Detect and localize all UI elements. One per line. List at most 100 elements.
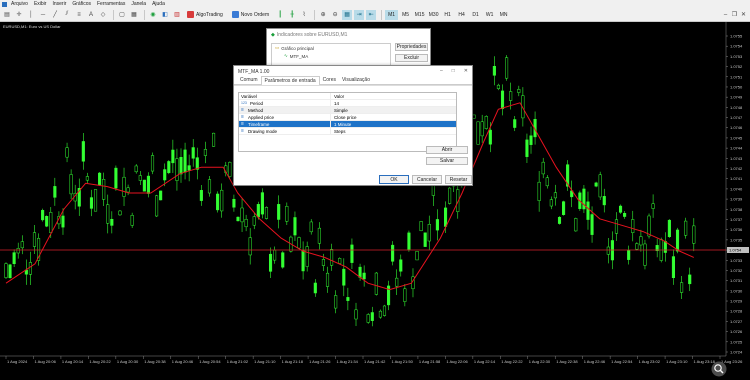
app-icon <box>2 1 7 7</box>
tree-item-main-chart[interactable]: ▭ Gráfico principal <box>272 44 390 52</box>
candle-body <box>448 187 452 204</box>
timeframe-m1[interactable]: M1 <box>385 9 399 20</box>
candle-body <box>203 149 207 156</box>
minimize-icon[interactable]: – <box>721 10 730 19</box>
timeframe-m5[interactable]: M5 <box>399 10 412 20</box>
vertical-line-icon[interactable]: │ <box>26 10 36 20</box>
param-row-applied-price[interactable]: ≡ Applied price Close price <box>239 114 456 121</box>
tree-item-mtf-ma[interactable]: ∿ MTF_MA <box>272 52 390 60</box>
crosshair-icon[interactable]: ✛ <box>14 10 24 20</box>
param-value[interactable]: 14 <box>331 101 339 106</box>
timeframe-h4[interactable]: H4 <box>455 10 468 20</box>
bars-icon[interactable]: ╂ <box>287 10 297 20</box>
grid-icon[interactable]: ▦ <box>342 9 353 20</box>
candle-body <box>403 288 407 302</box>
depth-icon[interactable]: ▥ <box>172 10 182 20</box>
algotrading-button[interactable]: AlgoTrading <box>184 10 226 20</box>
price-label: 1.0728 <box>730 309 743 314</box>
price-label: 1.0754 <box>730 44 743 49</box>
header-variable: Variável <box>239 93 331 99</box>
header-value: Valor <box>334 93 345 99</box>
objects-icon[interactable]: ▢ <box>117 10 127 20</box>
menu-tools[interactable]: Ferramentas <box>97 1 131 7</box>
shapes-icon[interactable]: ◇ <box>98 10 108 20</box>
candle-body <box>671 256 676 278</box>
menu-insert[interactable]: Inserir <box>52 1 72 7</box>
time-label: 1 Aug 21:42 <box>364 359 386 364</box>
menu-file[interactable]: Arquivo <box>11 1 34 7</box>
candle-body <box>586 201 590 220</box>
maximize-icon[interactable]: □ <box>452 68 455 74</box>
toolbar-separator <box>144 9 145 20</box>
candle-body <box>663 241 667 253</box>
line-chart-icon[interactable]: ⌇ <box>299 10 309 20</box>
param-value[interactable]: Steps <box>331 129 346 134</box>
price-label: 1.0738 <box>730 207 743 212</box>
text-icon[interactable]: A <box>86 10 96 20</box>
zoom-in-icon[interactable]: ⊕ <box>318 10 328 20</box>
candle-body <box>8 264 12 279</box>
candle-body <box>488 129 492 145</box>
chart-shift-icon[interactable]: ⇤ <box>366 9 377 20</box>
save-button[interactable]: Salvar <box>426 157 468 165</box>
candle-body <box>647 215 651 237</box>
candle-body <box>212 132 216 147</box>
param-row-method[interactable]: ≡ Method Simple <box>239 107 456 114</box>
horizontal-line-icon[interactable]: ─ <box>38 10 48 20</box>
param-row-timeframe[interactable]: ≡ Timeframe 1 Minute <box>239 121 456 128</box>
templates-icon[interactable]: ▦ <box>129 10 139 20</box>
fibonacci-icon[interactable]: ≡ <box>74 10 84 20</box>
candles-icon[interactable]: ┃ <box>275 10 285 20</box>
status-bar <box>0 368 750 380</box>
menu-help[interactable]: Ajuda <box>152 1 171 7</box>
load-button[interactable]: Abrir <box>426 146 468 154</box>
param-value[interactable]: 1 Minute <box>331 122 351 127</box>
zoom-overlay[interactable] <box>706 361 732 377</box>
menu-charts[interactable]: Gráficos <box>72 1 97 7</box>
timeframe-d1[interactable]: D1 <box>469 10 482 20</box>
candle-body <box>81 141 85 162</box>
timeframe-m30[interactable]: M30 <box>427 10 440 20</box>
properties-button[interactable]: Propriedades <box>395 43 428 51</box>
param-value[interactable]: Close price <box>331 115 357 120</box>
autoscroll-icon[interactable]: ⇥ <box>354 9 365 20</box>
candle-body <box>692 225 696 244</box>
restore-icon[interactable]: ❐ <box>730 10 739 19</box>
close-icon[interactable]: ✕ <box>739 10 748 19</box>
price-label: 1.0744 <box>730 146 743 151</box>
indicators-dialog: ◆ Indicadores sobre EURUSD,M1 ▭ Gráfico … <box>266 28 431 68</box>
ok-button[interactable]: OK <box>379 175 409 184</box>
minimize-icon[interactable]: – <box>440 68 443 74</box>
timeframe-m15[interactable]: M15 <box>413 10 426 20</box>
delete-button[interactable]: Excluir <box>395 54 428 62</box>
timeframe-h1[interactable]: H1 <box>441 10 454 20</box>
reset-button[interactable]: Resetar <box>445 175 472 184</box>
candle-body <box>635 243 639 250</box>
price-label: 1.0752 <box>730 64 743 69</box>
candle-body <box>248 237 252 256</box>
new-order-button[interactable]: Novo Ordem <box>229 10 272 20</box>
indicator-list-icon[interactable]: ◉ <box>148 10 158 20</box>
timeframe-mn[interactable]: MN <box>497 10 510 20</box>
trendline-icon[interactable]: ╱ <box>50 10 60 20</box>
time-label: 1 Aug 22:38 <box>556 359 578 364</box>
timeframe-w1[interactable]: W1 <box>483 10 496 20</box>
new-chart-icon[interactable]: ▤ <box>2 10 12 20</box>
tab-visualization[interactable]: Visualização <box>339 76 373 84</box>
candle-body <box>285 206 289 222</box>
strategy-icon[interactable]: ◧ <box>160 10 170 20</box>
param-row-drawing-mode[interactable]: ≡ Drawing mode Steps <box>239 128 456 135</box>
menu-window[interactable]: Janela <box>131 1 152 7</box>
tab-common[interactable]: Comum <box>237 76 261 84</box>
tab-input-parameters[interactable]: Parâmetros de entrada <box>260 76 320 85</box>
menu-view[interactable]: Exibir <box>34 1 53 7</box>
candle-body <box>142 179 146 192</box>
zoom-out-icon[interactable]: ⊖ <box>330 10 340 20</box>
param-value[interactable]: Simple <box>331 108 348 113</box>
param-row-period[interactable]: 123 Period 14 <box>239 100 456 107</box>
channel-icon[interactable]: ⫽ <box>62 10 72 20</box>
tab-colors[interactable]: Cores <box>320 76 339 84</box>
cancel-button[interactable]: Cancelar <box>412 175 442 184</box>
close-icon[interactable]: ✕ <box>464 68 468 74</box>
indicators-dialog-title: ◆ Indicadores sobre EURUSD,M1 <box>271 31 348 38</box>
